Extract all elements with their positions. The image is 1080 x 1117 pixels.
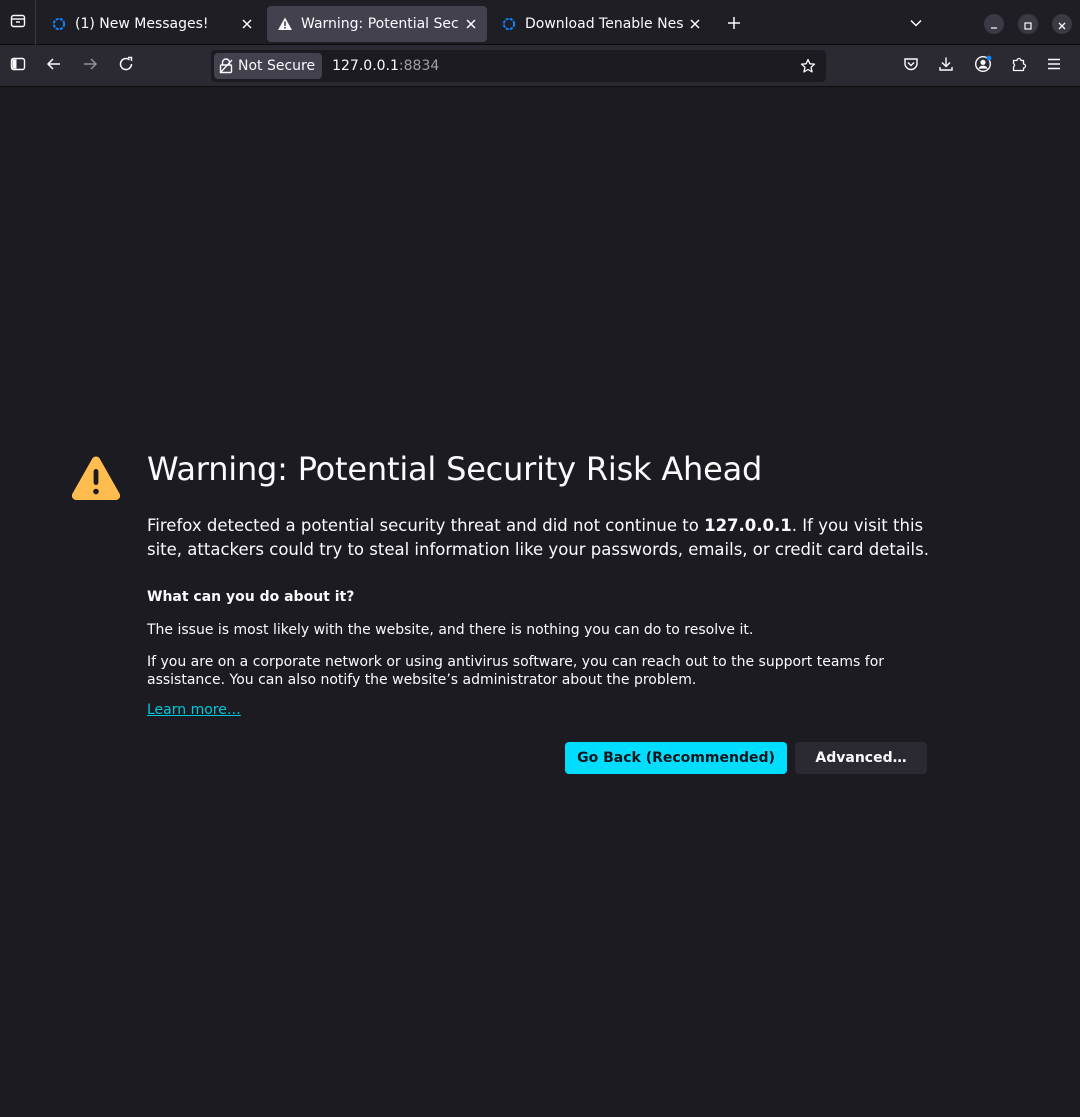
loading-ring-icon [501,16,517,32]
sidebar-icon [10,56,26,76]
plus-icon [727,15,741,34]
what-can-you-do-heading: What can you do about it? [147,589,355,605]
go-back-button[interactable]: Go Back (Recommended) [565,742,787,774]
tab-new-messages[interactable]: (1) New Messages! [41,6,263,42]
tab-title: Warning: Potential Securi [301,16,459,32]
reload-icon [118,56,134,76]
download-icon [938,56,954,76]
minimize-button[interactable] [984,14,1004,34]
maximize-icon [1024,15,1032,34]
list-all-tabs-button[interactable] [902,10,930,38]
minimize-icon [990,15,998,34]
close-icon [1058,15,1066,34]
forward-button[interactable] [76,52,104,80]
advanced-button[interactable]: Advanced… [795,742,927,774]
close-window-button[interactable] [1052,14,1072,34]
insecure-lock-icon [219,58,233,74]
url-port: :8834 [398,58,440,74]
loading-ring-icon [51,16,67,32]
arrow-left-icon [46,56,62,76]
arrow-right-icon [82,56,98,76]
navigation-toolbar: Not Secure 127.0.0.1:8834 [0,45,1080,87]
downloads-button[interactable] [932,52,960,80]
menu-button[interactable] [1040,52,1068,80]
not-secure-label: Not Secure [238,58,316,74]
tab-strip: (1) New Messages! Warning: Potential Sec… [0,0,1080,45]
pocket-button[interactable] [897,52,925,80]
back-button[interactable] [40,52,68,80]
intro-host: 127.0.0.1 [704,516,792,535]
firefox-view-button[interactable] [0,0,36,45]
hamburger-menu-icon [1046,56,1062,76]
learn-more-link[interactable]: Learn more… [147,702,241,718]
support-paragraph: If you are on a corporate network or usi… [147,654,885,688]
warning-triangle-icon [70,454,122,502]
not-secure-indicator[interactable]: Not Secure [214,53,323,79]
extensions-button[interactable] [1005,52,1033,80]
maximize-button[interactable] [1018,14,1038,34]
url-bar[interactable]: Not Secure 127.0.0.1:8834 [211,50,826,82]
close-icon[interactable] [235,12,259,36]
tab-title: Download Tenable Nessu [525,16,683,32]
bookmark-star-icon[interactable] [796,54,820,78]
page-title: Warning: Potential Security Risk Ahead [147,450,763,488]
firefox-view-icon [10,13,26,33]
intro-text: Firefox detected a potential security th… [147,516,705,535]
warning-triangle-icon [277,16,293,32]
new-tab-button[interactable] [720,10,748,38]
tab-download-nessus[interactable]: Download Tenable Nessu [491,6,711,42]
intro-paragraph: Firefox detected a potential security th… [147,514,937,562]
sidebar-button[interactable] [4,52,32,80]
page-content: Warning: Potential Security Risk Ahead F… [0,88,1080,1117]
pocket-icon [903,56,919,76]
chevron-down-icon [909,15,923,34]
puzzle-icon [1011,56,1027,76]
account-button[interactable] [969,52,997,80]
close-icon[interactable] [683,12,707,36]
tab-title: (1) New Messages! [75,16,209,32]
resolution-paragraph: The issue is most likely with the websit… [147,622,754,638]
url-host: 127.0.0.1 [332,58,399,74]
tab-warning[interactable]: Warning: Potential Securi [267,6,487,42]
account-icon [974,55,992,77]
close-icon[interactable] [459,12,483,36]
reload-button[interactable] [112,52,140,80]
